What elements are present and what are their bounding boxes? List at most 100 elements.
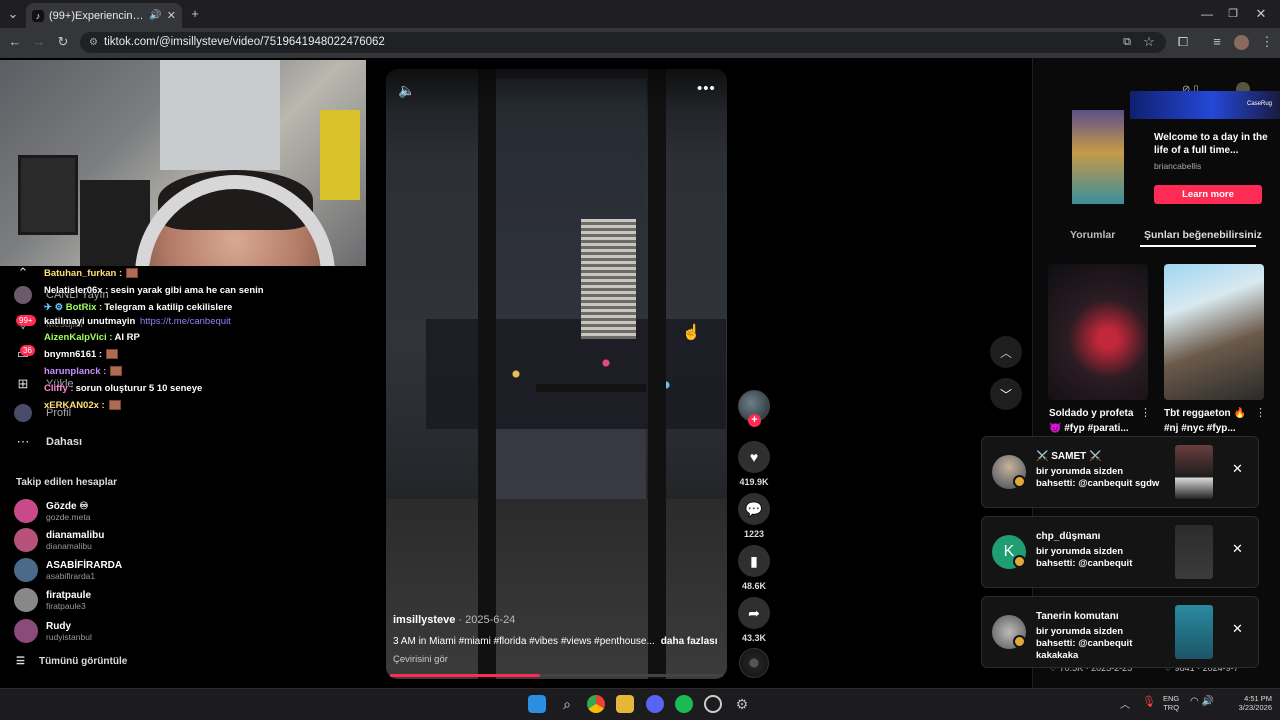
previous-video-button[interactable]: ︿: [990, 336, 1022, 368]
video-thumb: [1175, 525, 1213, 579]
music-disc-icon[interactable]: [739, 648, 769, 678]
badge-icon: [1013, 555, 1026, 568]
ad-thumbnail[interactable]: [1072, 110, 1124, 204]
tab-list-chevron-icon[interactable]: ⌄: [2, 4, 24, 24]
following-item[interactable]: Rudy rudyistanbul: [14, 617, 92, 645]
url-input[interactable]: ⚙ tiktok.com/@imsillysteve/video/7519641…: [80, 32, 1166, 53]
save-action[interactable]: ▮ 48.6K: [738, 545, 770, 591]
more-options-icon[interactable]: •••: [697, 80, 716, 97]
nav-more[interactable]: ⋯ Dahası: [14, 431, 83, 453]
following-item[interactable]: dianamalibu dianamalibu: [14, 526, 104, 554]
recommendation-thumb[interactable]: [1164, 264, 1264, 400]
next-video-button[interactable]: ﹀: [990, 378, 1022, 410]
chat-line: Nelatisler06x : sesin yarak gibi ama he c…: [44, 285, 264, 296]
back-icon[interactable]: ←: [4, 32, 26, 52]
emote-icon: [106, 349, 119, 360]
chevron-down-icon: ﹀: [999, 387, 1012, 402]
avatar: [14, 588, 38, 612]
chrome-icon[interactable]: [587, 695, 605, 713]
reload-icon[interactable]: ↻: [52, 32, 74, 52]
chat-line: xERKAN02x :: [44, 400, 121, 411]
close-icon[interactable]: ✕: [1232, 461, 1243, 477]
app-icon[interactable]: [704, 695, 722, 713]
network-volume-icons[interactable]: ◠ 🔊: [1190, 696, 1214, 707]
tab-comments[interactable]: Yorumlar: [1070, 229, 1115, 241]
tray-chevron-up-icon[interactable]: ︿: [1120, 696, 1130, 711]
emote-icon: [126, 268, 139, 279]
mention-notification[interactable]: Tanerin komutanı bir yorumda sizden bahs…: [981, 596, 1259, 668]
like-count: 419.9K: [739, 477, 769, 487]
see-more-link[interactable]: daha fazlası: [661, 636, 718, 647]
see-all-link[interactable]: ☰ Tümünü görüntüle: [16, 656, 127, 667]
share-action[interactable]: ➦ 43.3K: [738, 597, 770, 643]
video-thumb: [1175, 605, 1213, 659]
mention-notification[interactable]: K chp_düşmanı bir yorumda sizden bahsett…: [981, 516, 1259, 588]
translate-link[interactable]: Çevirisini gör: [393, 654, 448, 665]
minimize-icon[interactable]: —: [1196, 4, 1218, 24]
video-player[interactable]: [386, 69, 727, 679]
bookmark-star-icon[interactable]: ☆: [1138, 32, 1160, 52]
mention-notification[interactable]: ⚔️ SAMET ⚔️ bir yorumda sizden bahsetti:…: [981, 436, 1259, 508]
media-control-icon[interactable]: ≡: [1206, 32, 1228, 52]
bookmark-icon[interactable]: ▮: [738, 545, 770, 577]
heart-icon[interactable]: ♥: [738, 441, 770, 473]
following-item[interactable]: firatpaule firatpaule3: [14, 586, 91, 614]
tab-you-may-like[interactable]: Şunları beğenebilirsiniz: [1144, 229, 1262, 241]
language-indicator[interactable]: ENG TRQ: [1163, 694, 1179, 712]
rec-more-icon[interactable]: ⋮: [1255, 406, 1266, 419]
avatar: [14, 499, 38, 523]
windows-start-icon[interactable]: [528, 695, 546, 713]
learn-more-button[interactable]: Learn more: [1154, 185, 1262, 204]
file-explorer-icon[interactable]: [616, 695, 634, 713]
telegram-link[interactable]: https://t.me/canbequit: [140, 316, 231, 327]
discord-icon[interactable]: [646, 695, 664, 713]
recommendation-thumb[interactable]: [1048, 264, 1148, 400]
close-tab-icon[interactable]: ✕: [167, 9, 176, 22]
profile-avatar[interactable]: [1234, 35, 1249, 50]
ad-banner[interactable]: CaseRug: [1130, 91, 1280, 119]
site-info-icon[interactable]: ⚙: [89, 32, 98, 53]
spotify-icon[interactable]: [675, 695, 693, 713]
close-icon[interactable]: ✕: [1232, 541, 1243, 557]
microphone-icon[interactable]: 🎙: [1142, 695, 1156, 708]
video-author[interactable]: imsillysteve · 2025-6-24: [393, 614, 515, 626]
webcam-overlay: [0, 60, 366, 266]
extensions-icon[interactable]: ⧠: [1172, 32, 1194, 52]
comment-icon[interactable]: 💬: [738, 493, 770, 525]
video-progress-fill: [390, 674, 540, 677]
save-count: 48.6K: [741, 581, 767, 591]
maximize-icon[interactable]: ❐: [1222, 4, 1244, 24]
comment-action[interactable]: 💬 1223: [738, 493, 770, 539]
browser-menu-icon[interactable]: ⋮: [1256, 32, 1278, 52]
like-action[interactable]: ♥ 419.9K: [738, 441, 770, 487]
avatar: [14, 558, 38, 582]
rec-more-icon[interactable]: ⋮: [1140, 406, 1151, 419]
settings-gear-icon[interactable]: ⚙: [733, 695, 751, 713]
profile-avatar-small: [14, 404, 32, 422]
recommendation-title[interactable]: Soldado y profeta 👿 #fyp #parati...: [1049, 406, 1149, 436]
new-tab-icon[interactable]: +: [184, 4, 206, 24]
browser-tab[interactable]: ♪ (99+)Experiencing 3 AM Vi 🔊 ✕: [26, 3, 182, 28]
emote-icon: [110, 366, 123, 377]
avatar: [14, 528, 38, 552]
forward-icon[interactable]: →: [28, 32, 50, 52]
audio-icon[interactable]: 🔊: [149, 10, 161, 21]
install-app-icon[interactable]: ⧉: [1116, 32, 1138, 52]
close-icon[interactable]: ✕: [1232, 621, 1243, 637]
following-item[interactable]: Gözde ♾ gozde.meta: [14, 497, 90, 525]
follow-plus-icon[interactable]: +: [748, 414, 761, 427]
badge-icon: [1013, 635, 1026, 648]
video-thumb: [1175, 445, 1213, 499]
chat-line: katilmayi unutmayin https://t.me/canbequ…: [44, 316, 231, 327]
chat-line: Batuhan_furkan :: [44, 268, 139, 279]
following-item[interactable]: ASABİFİRARDA asabifirarda1: [14, 556, 122, 584]
clock[interactable]: 4:51 PM 3/23/2026: [1228, 694, 1272, 712]
ad-title: Welcome to a day in the life of a full t…: [1154, 132, 1268, 156]
share-icon[interactable]: ➦: [738, 597, 770, 629]
window-close-icon[interactable]: ✕: [1250, 4, 1272, 24]
volume-icon[interactable]: 🔈: [398, 82, 416, 100]
recommendation-title[interactable]: Tbt reggaeton 🔥 #nj #nyc #fyp...: [1164, 406, 1264, 436]
search-icon[interactable]: ⌕: [558, 695, 576, 713]
chat-line: Cliffy : sorun oluşturur 5 10 seneye: [44, 383, 203, 394]
chat-line: bnymn6161 :: [44, 349, 119, 360]
